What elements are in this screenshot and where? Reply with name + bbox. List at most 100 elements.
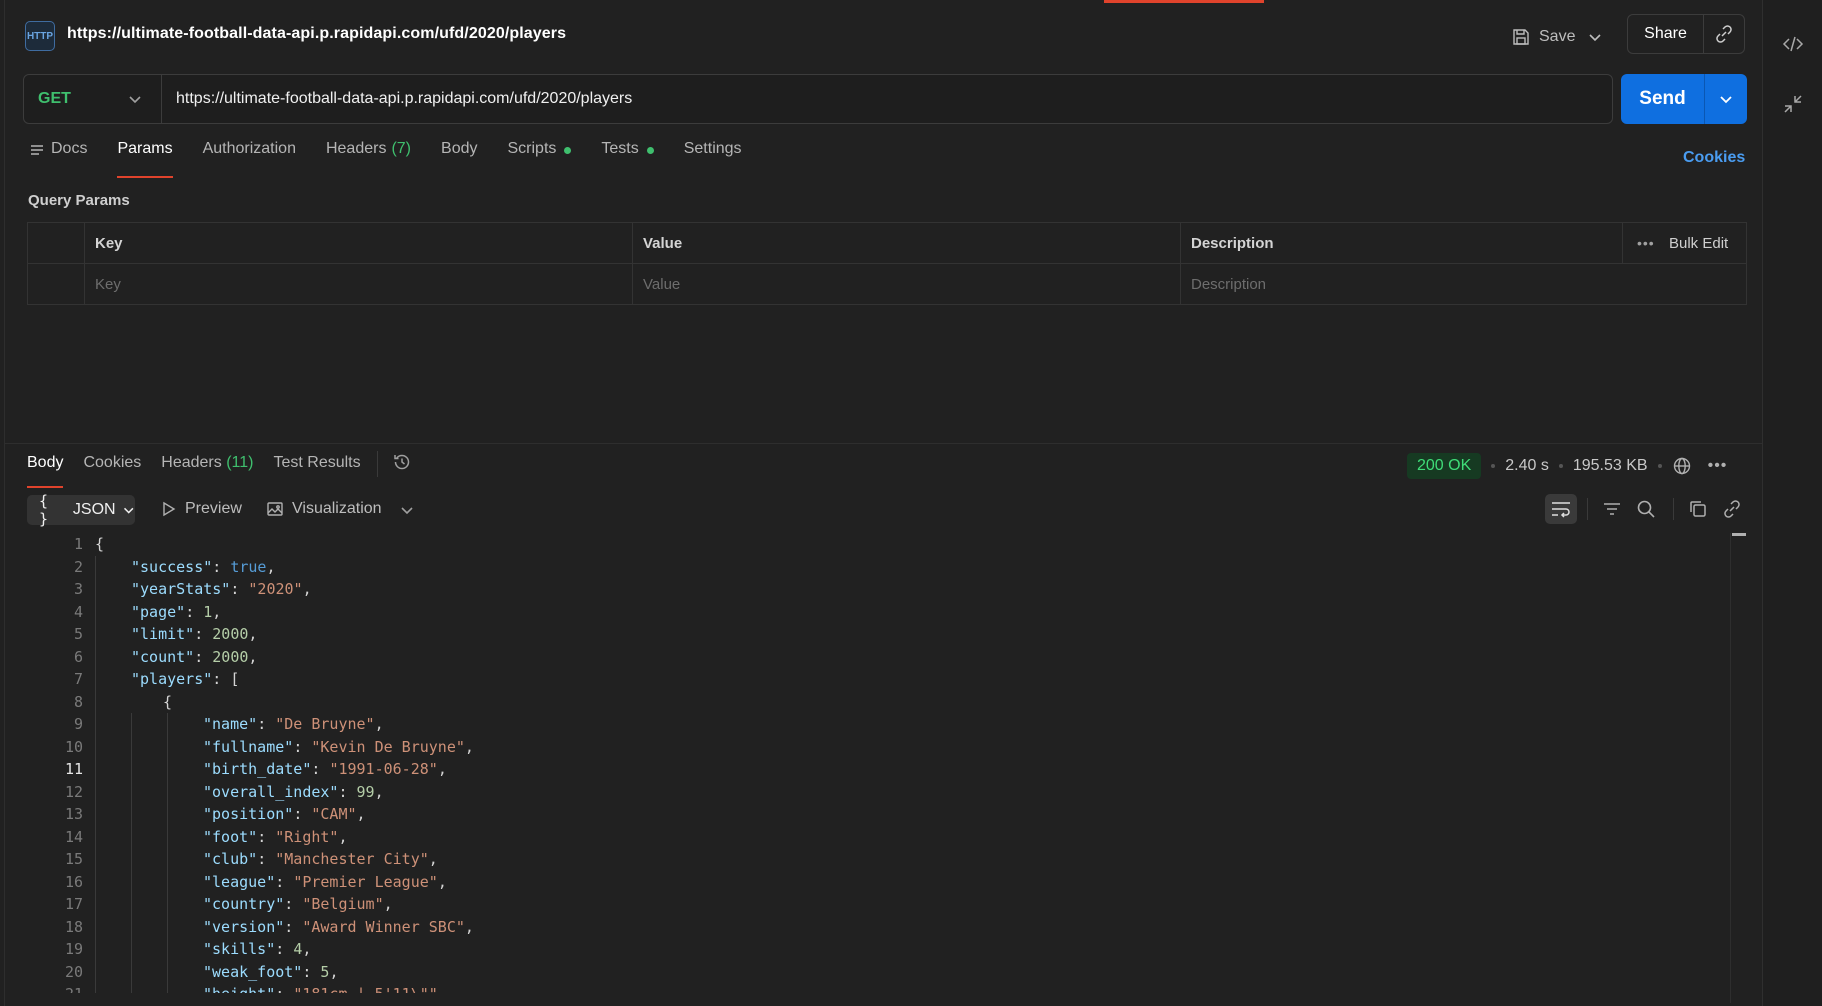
- code-line: 2 "success": true,: [27, 555, 1727, 578]
- code-text: "success": true,: [131, 557, 276, 576]
- tab-response-headers[interactable]: Headers (11): [161, 454, 253, 488]
- tab-authorization[interactable]: Authorization: [203, 140, 296, 178]
- line-number: 20: [64, 962, 83, 981]
- more-icon[interactable]: •••: [1708, 457, 1728, 475]
- format-select[interactable]: { } JSON: [27, 492, 135, 528]
- code-line: 3 "yearStats": "2020",: [27, 578, 1727, 601]
- table-header-row: Key Value Description ••• Bulk Edit: [27, 222, 1747, 264]
- status-badge[interactable]: 200 OK: [1407, 453, 1482, 479]
- param-value-input[interactable]: Value: [632, 263, 1181, 305]
- copy-icon[interactable]: [1687, 498, 1709, 520]
- copy-link-button[interactable]: [1704, 15, 1744, 53]
- indent-guide: [95, 960, 96, 983]
- column-header-description: Description: [1180, 222, 1623, 264]
- send-button[interactable]: Send: [1621, 74, 1705, 124]
- table-row: Key Value Description: [27, 263, 1747, 305]
- save-button[interactable]: Save: [1511, 20, 1603, 54]
- code-line: 16 "league": "Premier League",: [27, 870, 1727, 893]
- column-header-key: Key: [84, 222, 633, 264]
- response-size[interactable]: 195.53 KB: [1573, 457, 1648, 475]
- tab-body[interactable]: Body: [441, 140, 477, 178]
- collapse-icon[interactable]: [1781, 92, 1805, 116]
- chevron-down-icon[interactable]: [1587, 29, 1603, 45]
- bulk-edit-button[interactable]: Bulk Edit: [1669, 235, 1728, 252]
- tab-response-body[interactable]: Body: [27, 454, 64, 488]
- param-key-input[interactable]: Key: [84, 263, 633, 305]
- indent-guide: [167, 915, 168, 938]
- code-text: "count": 2000,: [131, 647, 258, 666]
- indent-guide: [167, 735, 168, 758]
- code-icon[interactable]: [1781, 32, 1805, 56]
- indent-guide: [131, 780, 132, 803]
- tab-tests[interactable]: Tests: [601, 140, 654, 178]
- indent-guide: [95, 600, 96, 623]
- indent-guide: [131, 735, 132, 758]
- tab-test-results[interactable]: Test Results: [273, 454, 360, 488]
- tab-label: Docs: [51, 140, 88, 157]
- line-number: 19: [64, 940, 83, 958]
- request-title[interactable]: https://ultimate-football-data-api.p.rap…: [67, 25, 566, 43]
- code-text: "height": "181cm | 5'11\"",: [203, 983, 447, 993]
- method-select[interactable]: GET: [24, 75, 162, 123]
- tests-active-dot: [646, 147, 654, 154]
- response-body-viewer[interactable]: 1{2 "success": true, 3 "yearStats": "2020",…: [27, 533, 1727, 993]
- response-headers-count: (11): [226, 454, 254, 471]
- tab-scripts[interactable]: Scripts: [507, 140, 572, 178]
- indent-guide: [167, 825, 168, 848]
- send-options-button[interactable]: [1705, 74, 1747, 124]
- indent-guide: [131, 915, 132, 938]
- tab-params[interactable]: Params: [117, 140, 173, 178]
- code-text: "club": "Manchester City",: [203, 850, 438, 868]
- request-editor: HTTP https://ultimate-football-data-api.…: [4, 0, 1762, 1006]
- indent-guide: [131, 713, 132, 736]
- url-input[interactable]: [162, 75, 1612, 123]
- indent-guide: [95, 803, 96, 826]
- scrollbar[interactable]: [1730, 533, 1744, 1003]
- indent-guide: [131, 758, 132, 781]
- indent-guide: [95, 870, 96, 893]
- tab-docs[interactable]: Docs: [29, 140, 87, 178]
- more-icon[interactable]: •••: [1637, 235, 1655, 251]
- link-icon[interactable]: [1721, 498, 1743, 520]
- tab-label: Settings: [683, 140, 742, 157]
- code-line: 4 "page": 1,: [27, 600, 1727, 623]
- save-icon: [1513, 29, 1529, 45]
- share-button[interactable]: Share: [1628, 15, 1704, 53]
- indent-guide: [95, 758, 96, 781]
- separator-dot: [1491, 464, 1496, 468]
- indent-guide: [95, 668, 96, 691]
- search-icon[interactable]: [1635, 498, 1657, 520]
- indent-guide: [167, 713, 168, 736]
- wrap-icon: [1552, 502, 1570, 518]
- preview-label: Preview: [185, 500, 242, 517]
- history-icon[interactable]: [392, 452, 412, 472]
- indent-guide: [95, 690, 96, 713]
- code-line: 13 "position": "CAM",: [27, 803, 1727, 826]
- play-icon: [163, 501, 176, 517]
- chevron-down-icon: [123, 507, 134, 514]
- indent-guide: [95, 848, 96, 871]
- tab-settings[interactable]: Settings: [684, 140, 742, 178]
- scrollbar-thumb[interactable]: [1732, 533, 1746, 536]
- chevron-down-icon[interactable]: [399, 502, 415, 518]
- indent-guide: [95, 893, 96, 916]
- tab-label: Scripts: [507, 140, 557, 157]
- tab-headers[interactable]: Headers (7): [326, 140, 411, 178]
- cookies-link[interactable]: Cookies: [1683, 149, 1745, 167]
- indent-guide: [167, 780, 168, 803]
- tab-response-cookies[interactable]: Cookies: [83, 454, 141, 488]
- wrap-lines-button[interactable]: [1545, 494, 1577, 524]
- separator-dot: [1558, 464, 1563, 468]
- line-number: 16: [64, 872, 83, 891]
- filter-icon[interactable]: [1601, 498, 1623, 520]
- tab-divider: [376, 451, 378, 477]
- indent-guide: [131, 870, 132, 893]
- preview-button[interactable]: Preview: [159, 500, 242, 518]
- indent-guide: [131, 938, 132, 961]
- globe-icon[interactable]: [1672, 456, 1692, 476]
- visualization-button[interactable]: Visualization: [266, 500, 382, 518]
- tab-label: Tests: [601, 140, 639, 157]
- response-time[interactable]: 2.40 s: [1505, 457, 1549, 475]
- pane-divider[interactable]: [5, 443, 1762, 444]
- param-description-input[interactable]: Description: [1180, 263, 1747, 305]
